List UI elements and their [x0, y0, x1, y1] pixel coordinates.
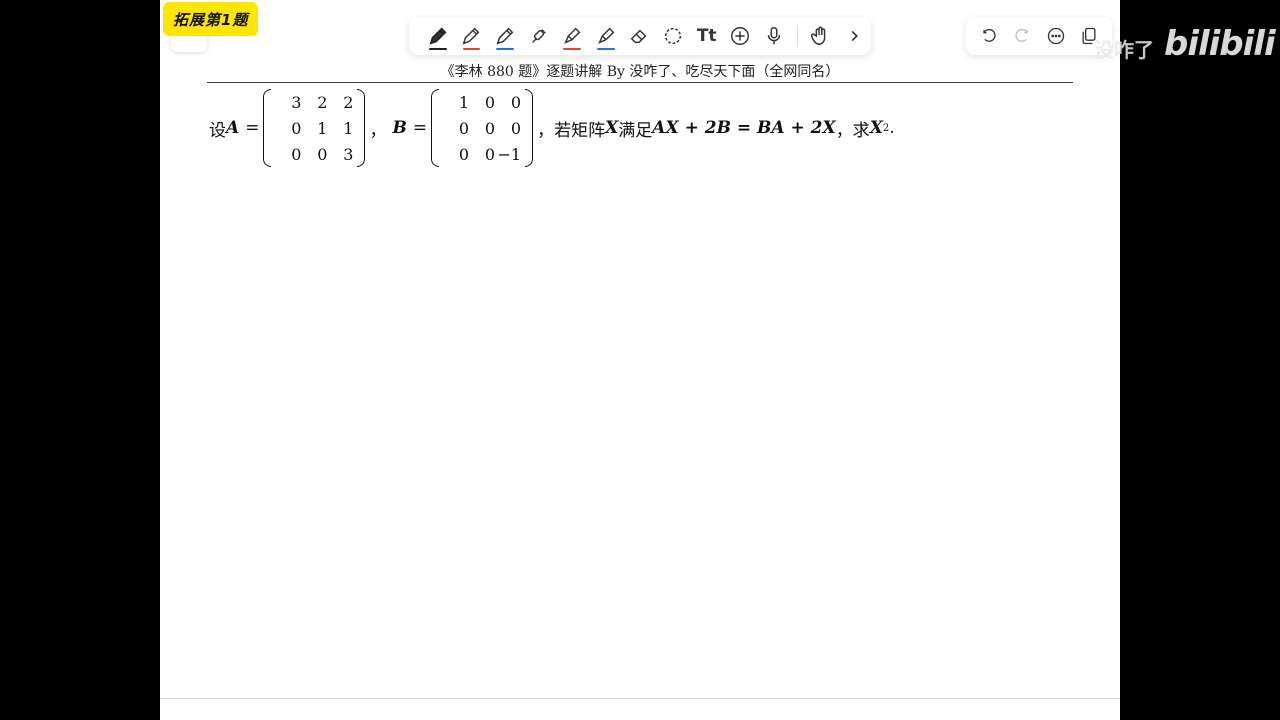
matrix-b-cell: 0 — [458, 144, 470, 164]
text-tool-label: Tt — [696, 26, 717, 46]
matrix-a-cell: 0 — [291, 144, 302, 164]
toolbar-separator — [796, 26, 798, 46]
pen-blue-tool[interactable] — [488, 19, 522, 53]
pen-red-tool[interactable] — [455, 19, 489, 53]
pencil-icon — [429, 27, 447, 45]
equals-sign: = — [245, 118, 260, 138]
matrix-a-cell: 2 — [343, 92, 354, 112]
highlighter-icon — [564, 27, 581, 44]
ask-text: ，求 — [835, 120, 870, 141]
period: . — [889, 118, 895, 138]
left-paren — [431, 89, 440, 167]
microphone-icon — [767, 27, 781, 45]
problem-statement: 设 A = 3 2 2 0 1 1 0 0 3 ， B = 1 0 0 0 0 … — [209, 88, 895, 168]
lasso-tool[interactable] — [656, 19, 690, 53]
pen-brush-tool[interactable] — [522, 19, 556, 53]
matrix-a-cell: 0 — [291, 118, 302, 138]
pen-icon — [496, 27, 514, 45]
matrix-b-cell: 1 — [458, 92, 470, 112]
matrix-a-cell: 1 — [317, 118, 328, 138]
brush-icon — [531, 29, 546, 43]
header-rule — [207, 82, 1073, 83]
matrix-b-cell: 0 — [484, 118, 496, 138]
matrix-b-cell: 0 — [484, 144, 496, 164]
page-header: 《李林 880 题》逐题讲解 By 没咋了、吃尽天下面（全网同名） — [440, 64, 840, 80]
matrix-a-cell: 1 — [343, 118, 354, 138]
redo-icon — [1015, 28, 1028, 42]
matrix-a-cell: 3 — [291, 92, 302, 112]
watermark-text: 没咋了 — [1094, 38, 1154, 62]
more-options-button[interactable] — [1039, 19, 1073, 53]
matrix-b-cell: 0 — [510, 118, 522, 138]
undo-icon — [983, 28, 996, 42]
matrix-equation: AX + 2B = BA + 2X — [652, 118, 836, 138]
text-tool[interactable]: Tt — [690, 19, 724, 53]
chevron-right-icon — [851, 30, 859, 42]
matrix-b-label: B — [392, 118, 407, 138]
condition-text: ，若矩阵 — [537, 120, 606, 141]
target-label: X — [869, 118, 883, 138]
equals-sign: = — [412, 118, 428, 138]
matrix-a-cell: 0 — [317, 144, 328, 164]
bilibili-logo: bilibili — [1164, 24, 1276, 64]
pen-icon — [462, 27, 480, 45]
matrix-b-cell: 0 — [458, 118, 470, 138]
hand-icon — [811, 26, 826, 45]
pencil-tool[interactable] — [421, 19, 455, 53]
matrix-b-cell: 0 — [484, 92, 496, 112]
matrix-b-cell: −1 — [497, 144, 522, 164]
right-paren — [357, 89, 366, 167]
satisfy-text: 满足 — [618, 120, 653, 141]
matrix-a-label: A — [226, 118, 240, 138]
highlighter-icon — [598, 27, 615, 44]
mic-tool[interactable] — [757, 19, 791, 53]
page-bottom-border — [160, 698, 1120, 699]
redo-button[interactable] — [1006, 19, 1040, 53]
plus-circle-icon — [731, 27, 750, 45]
matrix-a-cell: 3 — [343, 144, 354, 164]
left-paren — [263, 89, 272, 167]
matrix-x-label: X — [605, 118, 619, 138]
highlighter-blue-tool[interactable] — [589, 19, 623, 53]
right-paren — [525, 89, 534, 167]
matrix-b-cell: 0 — [510, 92, 522, 112]
drawing-toolbar: Tt — [409, 17, 871, 55]
matrix-b: 1 0 0 0 0 0 0 0 −1 — [431, 89, 534, 167]
history-toolbar — [966, 17, 1112, 55]
comma: ， — [369, 120, 387, 141]
matrix-a-cell: 2 — [317, 92, 328, 112]
more-tools[interactable] — [837, 19, 871, 53]
eraser-tool[interactable] — [623, 19, 657, 53]
add-tool[interactable] — [723, 19, 757, 53]
highlighter-red-tool[interactable] — [555, 19, 589, 53]
hand-tool[interactable] — [804, 19, 838, 53]
problem-prefix: 设 — [209, 120, 226, 141]
matrix-a: 3 2 2 0 1 1 0 0 3 — [263, 89, 366, 167]
lasso-icon — [664, 27, 682, 45]
problem-badge: 拓展第1题 — [163, 2, 259, 36]
undo-button[interactable] — [972, 19, 1006, 53]
ellipsis-icon — [1047, 27, 1064, 45]
eraser-icon — [631, 29, 647, 44]
